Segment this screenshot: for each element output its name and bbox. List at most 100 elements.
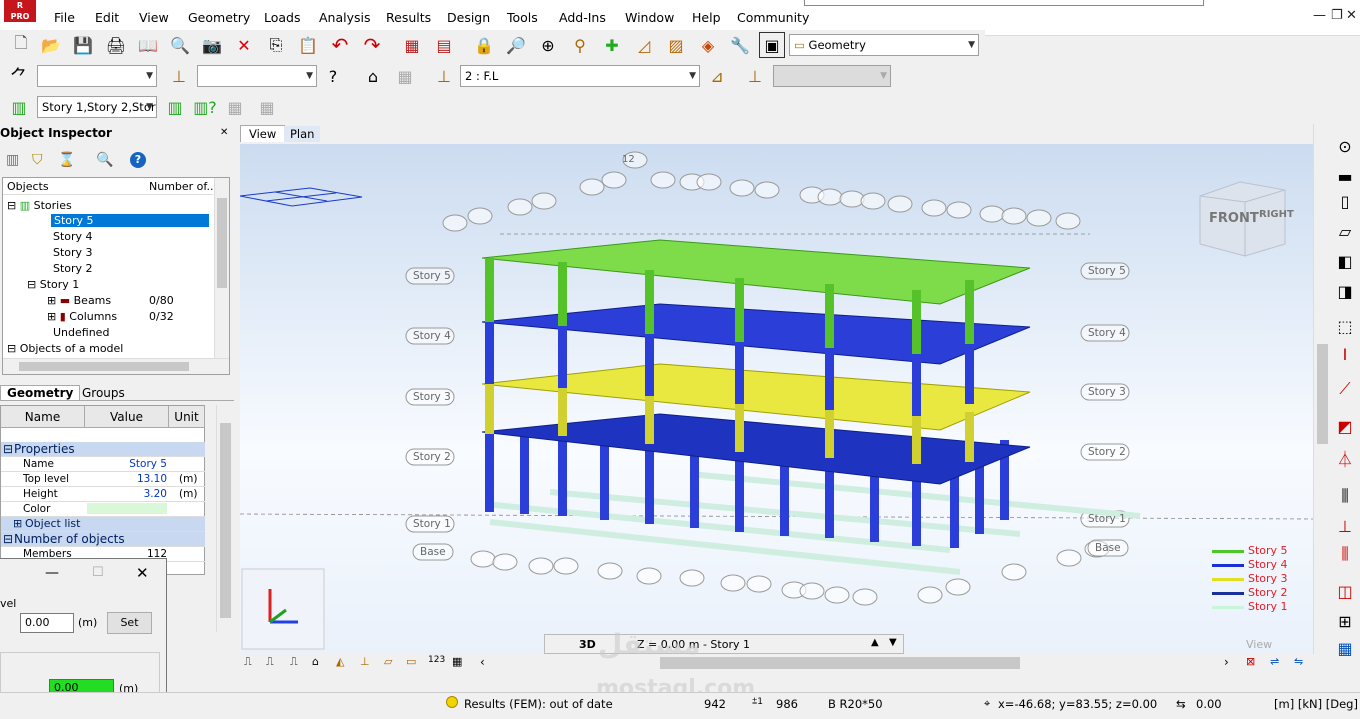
- book-icon[interactable]: 📖: [135, 32, 161, 58]
- tree-item-story2[interactable]: Story 2: [53, 262, 93, 275]
- load2-tool-icon[interactable]: ⊥: [1332, 513, 1358, 539]
- support-icon[interactable]: ⊥: [166, 63, 192, 89]
- preview-icon[interactable]: 🔍: [167, 32, 193, 58]
- set-button[interactable]: Set: [107, 612, 152, 634]
- level-up-icon[interactable]: ▲: [871, 637, 879, 648]
- paste-icon[interactable]: 📋: [295, 32, 321, 58]
- color-swatch[interactable]: [87, 503, 167, 514]
- tab-groups[interactable]: Groups: [82, 386, 125, 400]
- menu-view[interactable]: View: [139, 10, 169, 25]
- undo-icon[interactable]: ↶: [327, 32, 353, 58]
- group-number-of-objects[interactable]: ⊟ Number of objects: [1, 532, 205, 547]
- tree-hscroll[interactable]: [3, 358, 229, 374]
- display-icon[interactable]: ▣: [759, 32, 785, 58]
- scroll-thumb[interactable]: [217, 198, 227, 288]
- load-case-combo[interactable]: 2 : F.L ▼: [460, 65, 700, 87]
- print-icon[interactable]: 🖨: [103, 32, 129, 58]
- bar-tool-icon[interactable]: ▬: [1332, 163, 1358, 189]
- prop-row-name[interactable]: Name Story 5: [1, 457, 205, 472]
- display-icon-5[interactable]: ◭: [336, 655, 344, 668]
- prop-row-height[interactable]: Height 3.20 (m): [1, 487, 205, 502]
- support-tool-icon[interactable]: ⟋: [1332, 376, 1358, 402]
- menu-help[interactable]: Help: [692, 10, 721, 25]
- menu-loads[interactable]: Loads: [264, 10, 301, 25]
- hatch-icon[interactable]: ▨: [663, 32, 689, 58]
- snap-icon[interactable]: ✚: [599, 32, 625, 58]
- nav-icon-1[interactable]: ⊠: [1246, 655, 1255, 668]
- solid-tool-icon[interactable]: ⬚: [1332, 313, 1358, 339]
- model-viewport[interactable]: 12 FRONT RIGHT Story 5 Story 4 Story 3 S…: [240, 144, 1313, 654]
- restore-icon[interactable]: ❐: [1331, 8, 1343, 23]
- panel-tool-icon[interactable]: ◨: [1332, 278, 1358, 304]
- group-properties[interactable]: ⊟ Properties: [1, 442, 205, 457]
- prop-row-color[interactable]: Color: [1, 502, 205, 517]
- hourglass-icon[interactable]: ⌛: [58, 152, 75, 168]
- select-combo-1[interactable]: ▼: [37, 65, 157, 87]
- close-icon[interactable]: ✕: [136, 564, 149, 582]
- open-icon[interactable]: 📂: [38, 32, 64, 58]
- node-icon[interactable]: ⺈: [6, 63, 32, 89]
- menu-design[interactable]: Design: [447, 10, 490, 25]
- object-list-row[interactable]: ⊞ Object list: [1, 517, 205, 532]
- column-tool-icon[interactable]: ▯: [1332, 188, 1358, 214]
- tab-view[interactable]: View: [240, 125, 286, 142]
- redo-icon[interactable]: ↷: [359, 32, 385, 58]
- prop-row-top-level[interactable]: Top level 13.10 (m): [1, 472, 205, 487]
- zoom-icon[interactable]: 🔎: [503, 32, 529, 58]
- dimension-icon[interactable]: ◿: [631, 32, 657, 58]
- node-tool-icon[interactable]: ⊙: [1332, 133, 1358, 159]
- search-icon[interactable]: 🔍: [96, 152, 113, 168]
- minimize-icon[interactable]: —: [45, 565, 59, 581]
- level-down-icon[interactable]: ▼: [889, 637, 897, 648]
- display-icon-3[interactable]: ⎍: [290, 655, 298, 669]
- tree-item-objects-model[interactable]: ⊟ Objects of a model: [7, 342, 123, 355]
- menu-window[interactable]: Window: [625, 10, 674, 25]
- menu-edit[interactable]: Edit: [95, 10, 119, 25]
- copy-icon[interactable]: ⎘: [263, 32, 289, 58]
- house-icon[interactable]: ⌂: [360, 63, 386, 89]
- slab-tool-icon[interactable]: ▱: [1332, 218, 1358, 244]
- units-status[interactable]: [m] [kN] [Deg]: [1274, 697, 1358, 711]
- release-tool-icon[interactable]: ◩: [1332, 413, 1358, 439]
- calculator-icon[interactable]: ▦: [399, 32, 425, 58]
- tab-geometry[interactable]: Geometry: [0, 385, 81, 400]
- save-icon[interactable]: 💾: [70, 32, 96, 58]
- query-icon[interactable]: ?: [320, 63, 346, 89]
- menu-analysis[interactable]: Analysis: [319, 10, 371, 25]
- cube-front-label[interactable]: FRONT: [1209, 211, 1259, 226]
- scroll-thumb[interactable]: [220, 423, 231, 618]
- load3-tool-icon[interactable]: ⫼: [1332, 541, 1358, 567]
- table-tool-icon[interactable]: ▦: [1332, 635, 1358, 661]
- camera-icon[interactable]: 📷: [199, 32, 225, 58]
- close-icon[interactable]: ✕: [1346, 8, 1357, 23]
- chevron-left-icon[interactable]: ‹: [480, 655, 485, 669]
- story-query-icon[interactable]: ▥?: [192, 94, 218, 120]
- menu-results[interactable]: Results: [386, 10, 431, 25]
- chevron-right-icon[interactable]: ›: [1224, 655, 1229, 669]
- tree-item-story4[interactable]: Story 4: [53, 230, 93, 243]
- display-icon-2[interactable]: ⎍: [266, 655, 274, 669]
- minimize-icon[interactable]: —: [1313, 8, 1326, 23]
- hscroll-thumb[interactable]: [660, 657, 1020, 669]
- tree-item-story3[interactable]: Story 3: [53, 246, 93, 259]
- tree-item-undefined[interactable]: Undefined: [53, 326, 109, 339]
- load-case-icon[interactable]: ⊥: [431, 63, 457, 89]
- tree-scrollbar[interactable]: [214, 178, 229, 358]
- grid-tool-icon[interactable]: ⊞: [1332, 608, 1358, 634]
- display-icon-9[interactable]: 123: [428, 655, 445, 665]
- table-icon[interactable]: ▤: [431, 32, 457, 58]
- props-scrollbar[interactable]: [216, 405, 233, 632]
- story-add-icon[interactable]: ▥: [162, 94, 188, 120]
- mass-tool-icon[interactable]: ◫: [1332, 578, 1358, 604]
- view3d-icon[interactable]: ◈: [695, 32, 721, 58]
- stories-icon[interactable]: ▥: [6, 152, 19, 168]
- display-icon-8[interactable]: ▭: [406, 655, 416, 668]
- binoculars-icon[interactable]: ⚲: [567, 32, 593, 58]
- load-new-icon[interactable]: ⊥: [742, 63, 768, 89]
- display-icon-7[interactable]: ▱: [384, 655, 392, 668]
- story-combo[interactable]: Story 1,Story 2,Story ▼: [37, 96, 157, 118]
- filter-icon[interactable]: ⛉: [32, 152, 43, 168]
- view-mode-combo[interactable]: ▭ Geometry ▼: [789, 34, 979, 56]
- load-tool-icon[interactable]: ⫼: [1332, 483, 1358, 509]
- wall-tool-icon[interactable]: ◧: [1332, 248, 1358, 274]
